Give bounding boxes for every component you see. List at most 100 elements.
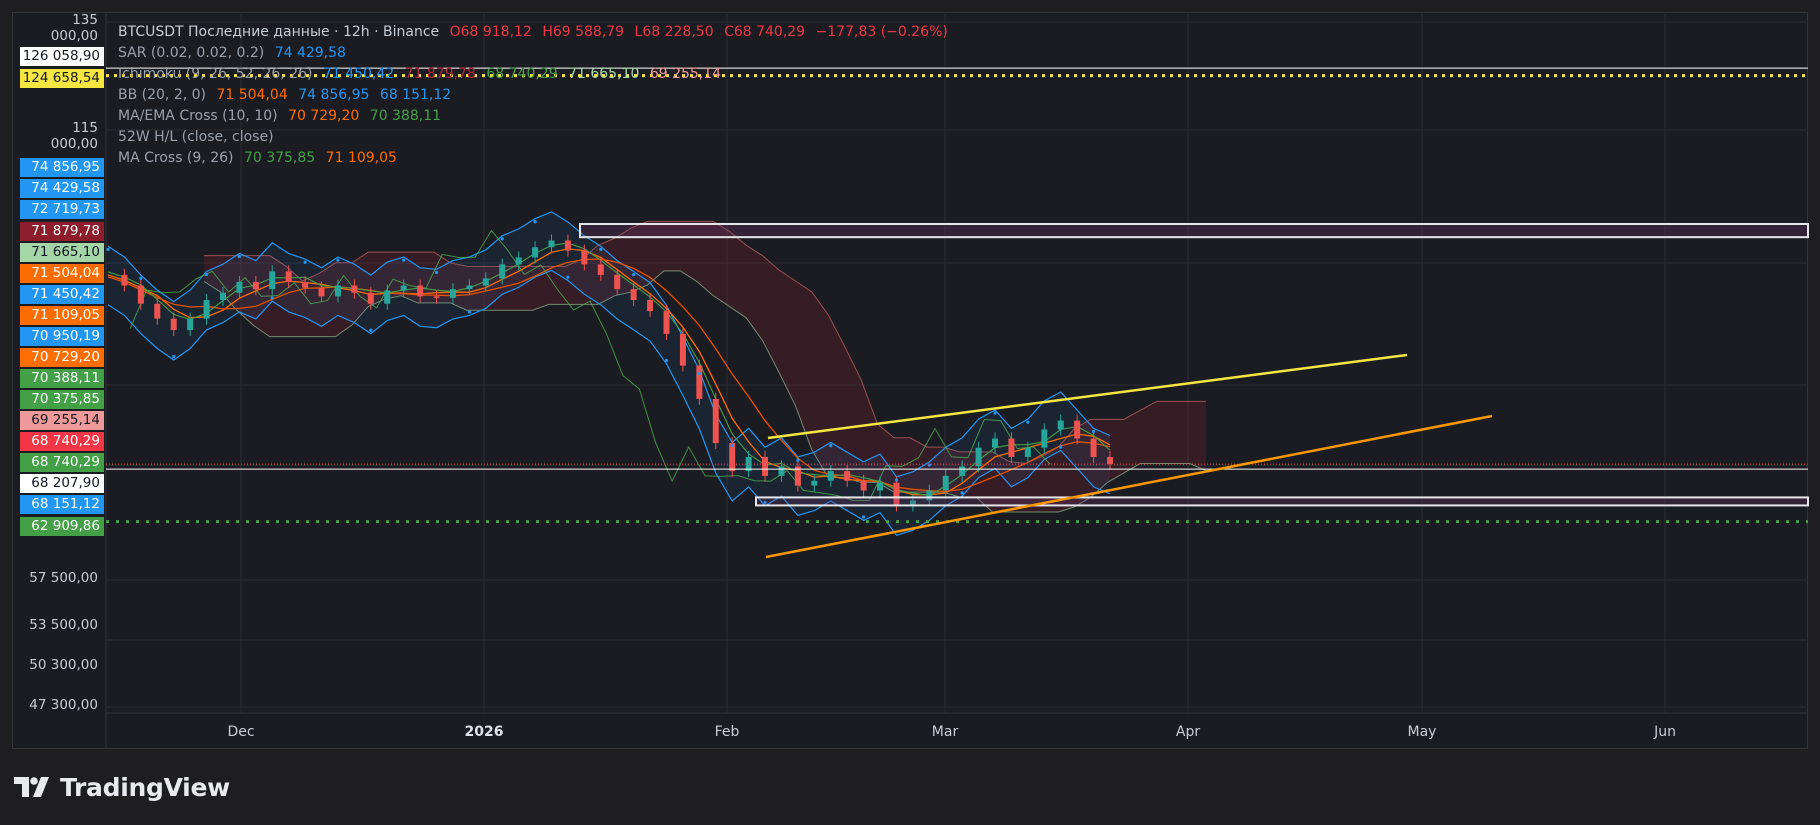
candle-body xyxy=(712,398,719,444)
sar-dot xyxy=(336,258,340,262)
candle-body xyxy=(597,264,604,275)
sar-dot xyxy=(1059,445,1063,449)
legend-row-maema[interactable]: MA/EMA Cross (10, 10) 70 729,20 70 388,1… xyxy=(118,106,954,127)
price-axis-label: 50 300,00 xyxy=(29,657,98,673)
price-axis-label: 115 000,00 xyxy=(50,120,98,152)
candle-body xyxy=(466,285,473,290)
legend-bb-lower: 68 151,12 xyxy=(379,87,452,103)
legend-52w-label: 52W H/L (close, close) xyxy=(118,129,274,145)
sar-dot xyxy=(303,260,307,264)
legend-ichimoku-label: Ichimoku (9, 26, 52, 26, 26) xyxy=(118,66,313,82)
time-axis-label: 2026 xyxy=(464,724,504,740)
candle-body xyxy=(811,480,818,486)
legend-row-52w[interactable]: 52W H/L (close, close) xyxy=(118,127,954,148)
candle-body xyxy=(449,289,456,298)
candle-body xyxy=(219,292,226,301)
candle-body xyxy=(433,296,440,298)
candle-body xyxy=(121,274,128,286)
candle-body xyxy=(679,333,686,366)
legend-maema-v1: 70 729,20 xyxy=(288,108,360,124)
candle-body xyxy=(1008,438,1015,457)
candle-body xyxy=(548,240,555,248)
price-tag: 68 740,29 xyxy=(20,432,104,451)
legend-ichimoku-v1: 71 450,42 xyxy=(322,66,395,82)
legend-row-macross[interactable]: MA Cross (9, 26) 70 375,85 71 109,05 xyxy=(118,148,954,169)
candle-body xyxy=(827,471,834,481)
price-tag: 70 729,20 xyxy=(20,348,104,367)
candle-body xyxy=(564,240,571,251)
zone-box xyxy=(579,222,1809,239)
sar-dot xyxy=(500,237,504,241)
price-tag: 69 255,14 xyxy=(20,411,104,430)
tradingview-logo[interactable]: TradingView xyxy=(14,772,230,802)
time-axis-label: Jun xyxy=(1654,724,1676,740)
sar-dot xyxy=(467,310,471,314)
price-tag: 68 740,29 xyxy=(20,453,104,472)
sar-dot xyxy=(960,491,964,495)
price-tag: 70 375,85 xyxy=(20,390,104,409)
candle-body xyxy=(400,285,407,291)
candle-body xyxy=(236,281,243,293)
sar-dot xyxy=(237,254,242,259)
candle-body xyxy=(647,300,654,312)
candle-body xyxy=(663,311,670,334)
sar-dot xyxy=(172,354,176,359)
legend-row-main[interactable]: BTCUSDT Последние данные · 12h · Binance… xyxy=(118,22,954,43)
candle-body xyxy=(285,271,292,282)
price-tag: 71 109,05 xyxy=(20,306,104,325)
candle-body xyxy=(975,447,982,467)
price-tag: 70 950,19 xyxy=(20,327,104,346)
sar-dot xyxy=(599,247,603,252)
sar-dot xyxy=(369,328,373,332)
price-tag: 71 879,78 xyxy=(20,222,104,241)
sar-dot xyxy=(1026,420,1030,424)
indicator-legend: BTCUSDT Последние данные · 12h · Binance… xyxy=(118,22,954,169)
candle-body xyxy=(499,264,506,279)
price-axis-label: 47 300,00 xyxy=(29,697,98,713)
candle-body xyxy=(778,466,785,476)
time-axis-label: Apr xyxy=(1175,724,1201,740)
price-axis-label: 57 500,00 xyxy=(29,570,98,586)
legend-ichimoku-v3: 68 740,29 xyxy=(486,66,558,82)
candle-body xyxy=(696,365,703,399)
candle-body xyxy=(877,482,884,491)
legend-sar-value: 74 429,58 xyxy=(274,45,346,61)
time-axis-label: May xyxy=(1407,724,1437,740)
legend-bb-upper: 74 856,95 xyxy=(298,87,370,103)
price-tag: 71 504,04 xyxy=(20,264,104,283)
brand-name: TradingView xyxy=(60,772,230,802)
candle-body xyxy=(417,285,424,297)
price-tag: 124 658,54 xyxy=(20,69,104,88)
legend-ichimoku-v5: 69 255,14 xyxy=(649,66,722,82)
sar-dot xyxy=(993,411,997,415)
candle-body xyxy=(367,292,374,304)
candle-body xyxy=(992,438,999,448)
legend-row-sar[interactable]: SAR (0.02, 0.02, 0.2) 74 429,58 xyxy=(118,43,954,64)
candle-body xyxy=(1074,420,1081,439)
sar-dot xyxy=(796,458,800,462)
legend-row-bb[interactable]: BB (20, 2, 0) 71 504,04 74 856,95 68 151… xyxy=(118,85,954,106)
candle-body xyxy=(269,271,276,290)
sar-dot xyxy=(730,444,734,448)
price-tag: 68 151,12 xyxy=(20,495,104,514)
legend-macross-v1: 70 375,85 xyxy=(243,150,316,166)
sar-dot xyxy=(862,515,866,519)
price-tag: 71 450,42 xyxy=(20,285,104,304)
time-axis-label: Dec xyxy=(227,724,255,740)
candle-body xyxy=(302,281,309,288)
legend-row-ichimoku[interactable]: Ichimoku (9, 26, 52, 26, 26) 71 450,42 7… xyxy=(118,64,954,85)
sar-dot xyxy=(566,275,570,279)
sar-dot xyxy=(697,371,701,376)
price-tag: 70 388,11 xyxy=(20,369,104,388)
legend-maema-v2: 70 388,11 xyxy=(369,108,442,124)
legend-high: H69 588,79 xyxy=(542,24,625,40)
candle-body xyxy=(154,303,161,319)
candle-body xyxy=(170,318,177,331)
legend-macross-label: MA Cross (9, 26) xyxy=(118,150,234,166)
candle-body xyxy=(581,250,588,265)
sar-dot xyxy=(434,270,439,274)
candle-body xyxy=(959,466,966,476)
candle-body xyxy=(1057,420,1064,430)
price-tag: 126 058,90 xyxy=(20,47,104,66)
legend-sar-label: SAR (0.02, 0.02, 0.2) xyxy=(118,45,265,61)
